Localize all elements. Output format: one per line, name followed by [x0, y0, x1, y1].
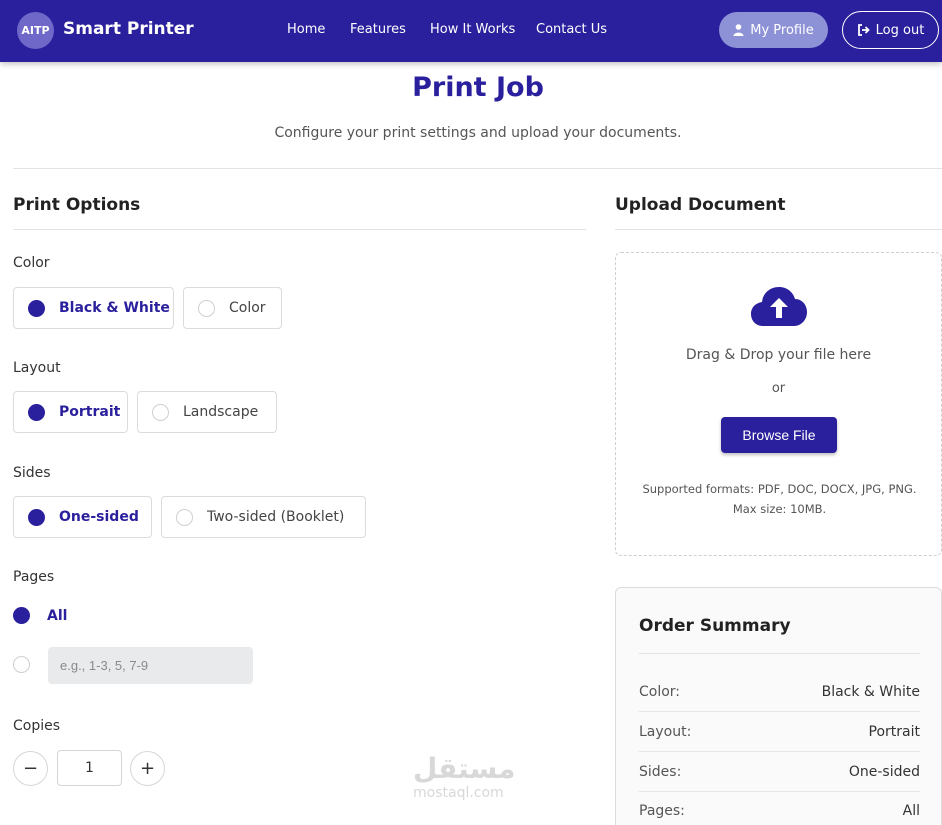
option-label: Color: [229, 300, 266, 316]
color-option-color[interactable]: Color: [183, 287, 282, 329]
upload-document-title: Upload Document: [615, 195, 786, 215]
watermark-sub: mostaql.com: [413, 785, 504, 801]
radio-unselected[interactable]: [152, 403, 169, 421]
navbar: AITP Smart Printer Home Features How It …: [0, 0, 942, 62]
color-label: Color: [13, 255, 50, 271]
radio-selected[interactable]: [28, 508, 45, 526]
nav-link-contact-us[interactable]: Contact Us: [536, 22, 607, 37]
file-dropzone[interactable]: Drag & Drop your file here or Browse Fil…: [615, 252, 942, 556]
summary-divider: [639, 653, 920, 654]
layout-option-landscape[interactable]: Landscape: [137, 391, 277, 433]
summary-row-pages: Pages: All: [639, 791, 920, 825]
option-label: Landscape: [183, 404, 259, 420]
summary-value: All: [902, 802, 920, 819]
browse-file-button[interactable]: Browse File: [721, 417, 837, 453]
copies-label: Copies: [13, 718, 61, 734]
option-label: All: [47, 607, 68, 624]
color-option-black-white[interactable]: Black & White: [13, 287, 174, 329]
page-range-input[interactable]: [48, 647, 253, 684]
brand-name[interactable]: Smart Printer: [63, 19, 194, 39]
pages-option-range-radio[interactable]: [13, 656, 30, 673]
summary-value: Black & White: [821, 683, 920, 700]
radio-unselected[interactable]: [176, 508, 193, 526]
nav-link-how-it-works[interactable]: How It Works: [430, 22, 515, 37]
summary-key: Color:: [639, 683, 681, 700]
summary-key: Layout:: [639, 723, 692, 740]
summary-value: Portrait: [868, 723, 920, 740]
upload-divider: [615, 229, 942, 230]
sides-option-one-sided[interactable]: One-sided: [13, 496, 152, 538]
summary-key: Sides:: [639, 763, 682, 780]
logo-badge[interactable]: AITP: [17, 12, 54, 49]
pages-option-all[interactable]: All: [13, 607, 67, 624]
decrease-copies-button[interactable]: −: [13, 751, 48, 786]
print-options-title: Print Options: [13, 195, 141, 215]
summary-key: Pages:: [639, 802, 685, 819]
dropzone-or: or: [771, 381, 786, 396]
nav-link-home[interactable]: Home: [287, 22, 325, 37]
option-label: Portrait: [59, 404, 121, 420]
summary-value: One-sided: [848, 763, 920, 780]
dropzone-instruction: Drag & Drop your file here: [685, 347, 872, 363]
sides-option-two-sided[interactable]: Two-sided (Booklet): [161, 496, 366, 538]
summary-row-color: Color: Black & White: [639, 672, 920, 712]
order-summary-title: Order Summary: [639, 616, 791, 636]
radio-selected[interactable]: [28, 299, 45, 317]
copies-input[interactable]: [57, 750, 122, 786]
radio-selected[interactable]: [13, 607, 30, 624]
header-divider: [13, 168, 942, 169]
supported-formats-text: Supported formats: PDF, DOC, DOCX, JPG, …: [642, 482, 917, 516]
pages-label: Pages: [13, 569, 55, 585]
radio-unselected[interactable]: [198, 299, 215, 317]
watermark: مستقل mostaql.com: [413, 752, 515, 801]
layout-label: Layout: [13, 360, 61, 376]
watermark-main: مستقل: [413, 752, 516, 785]
radio-selected[interactable]: [28, 403, 45, 421]
layout-option-portrait[interactable]: Portrait: [13, 391, 128, 433]
cloud-upload-icon: [751, 287, 807, 326]
page-subtitle: Configure your print settings and upload…: [274, 125, 682, 141]
page-title: Print Job: [412, 72, 544, 103]
option-label: Two-sided (Booklet): [207, 509, 345, 525]
my-profile-label: My Profile: [750, 22, 814, 38]
increase-copies-button[interactable]: +: [130, 751, 165, 786]
summary-row-sides: Sides: One-sided: [639, 752, 920, 792]
option-label: Black & White: [59, 300, 170, 316]
summary-row-layout: Layout: Portrait: [639, 712, 920, 752]
order-summary-card: Order Summary Color: Black & White Layou…: [615, 587, 942, 825]
logout-button[interactable]: Log out: [842, 11, 939, 49]
logout-icon: [857, 24, 870, 36]
print-options-divider: [13, 229, 586, 230]
option-label: One-sided: [59, 509, 139, 525]
user-icon: [733, 24, 744, 36]
nav-link-features[interactable]: Features: [350, 22, 406, 37]
sides-label: Sides: [13, 465, 51, 481]
logout-label: Log out: [875, 22, 925, 38]
my-profile-button[interactable]: My Profile: [719, 12, 828, 48]
